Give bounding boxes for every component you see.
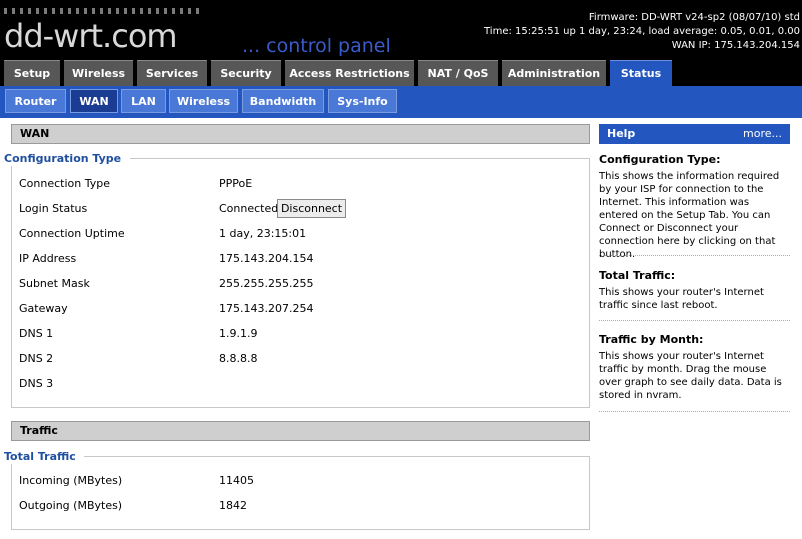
tagline: ... control panel xyxy=(242,35,391,57)
dns2-label: DNS 2 xyxy=(19,352,54,365)
gateway-value: 175.143.207.254 xyxy=(219,302,314,315)
sub-tabs: Router WAN LAN Wireless Bandwidth Sys-In… xyxy=(0,86,802,118)
legend-rule xyxy=(130,158,590,159)
main-tabs: Setup Wireless Services Security Access … xyxy=(0,58,802,86)
connection-uptime-value: 1 day, 23:15:01 xyxy=(219,227,307,240)
configuration-type-legend: Configuration Type xyxy=(4,152,128,166)
tab-security[interactable]: Security xyxy=(211,60,281,86)
help-separator xyxy=(599,255,790,256)
logo-stripes xyxy=(4,8,204,14)
subtab-wan[interactable]: WAN xyxy=(70,89,118,113)
ip-address-value: 175.143.204.154 xyxy=(219,252,314,265)
outgoing-label: Outgoing (MBytes) xyxy=(19,499,123,512)
wan-ip: WAN IP: 175.143.204.154 xyxy=(671,40,800,51)
login-status-value: Connected xyxy=(219,202,279,215)
tab-access-restrictions[interactable]: Access Restrictions xyxy=(285,60,414,86)
connection-type-label: Connection Type xyxy=(19,177,111,190)
total-traffic-legend: Total Traffic xyxy=(4,450,82,464)
tab-administration[interactable]: Administration xyxy=(502,60,606,86)
header: dd-wrt.com ... control panel Firmware: D… xyxy=(0,0,802,58)
gateway-label: Gateway xyxy=(19,302,68,315)
subnet-mask-label: Subnet Mask xyxy=(19,277,90,290)
traffic-section-header: Traffic xyxy=(11,421,590,441)
logo: dd-wrt.com xyxy=(4,17,178,55)
help-separator xyxy=(599,411,790,412)
help-header: Help more... xyxy=(599,124,790,144)
help-traffic-text: This shows your router's Internet traffi… xyxy=(599,287,764,311)
subtab-lan[interactable]: LAN xyxy=(121,89,166,113)
login-status-label: Login Status xyxy=(19,202,88,215)
subtab-router[interactable]: Router xyxy=(5,89,66,113)
connection-uptime-label: Connection Uptime xyxy=(19,227,125,240)
connection-type-value: PPPoE xyxy=(219,177,253,190)
help-separator xyxy=(599,320,790,321)
disconnect-button[interactable]: Disconnect xyxy=(277,199,346,218)
subnet-mask-value: 255.255.255.255 xyxy=(219,277,314,290)
wan-section-header: WAN xyxy=(11,124,590,144)
traffic-legend-rule xyxy=(84,456,590,457)
tab-nat-qos[interactable]: NAT / QoS xyxy=(418,60,498,86)
help-config-title: Configuration Type: xyxy=(599,153,721,166)
tab-wireless[interactable]: Wireless xyxy=(64,60,133,86)
subtab-wireless[interactable]: Wireless xyxy=(169,89,238,113)
help-config-text: This shows the information required by y… xyxy=(599,171,780,260)
tab-setup[interactable]: Setup xyxy=(4,60,60,86)
incoming-label: Incoming (MBytes) xyxy=(19,474,123,487)
subtab-sys-info[interactable]: Sys-Info xyxy=(328,89,397,113)
dns2-value: 8.8.8.8 xyxy=(219,352,258,365)
total-traffic-fieldset xyxy=(11,456,590,530)
firmware-info: Firmware: DD-WRT v24-sp2 (08/07/10) std … xyxy=(484,11,800,53)
help-traffic-title: Total Traffic: xyxy=(599,269,676,282)
incoming-value: 11405 xyxy=(219,474,254,487)
help-month-title: Traffic by Month: xyxy=(599,333,704,346)
help-more-link[interactable]: more... xyxy=(743,124,782,144)
dns3-label: DNS 3 xyxy=(19,377,54,390)
outgoing-value: 1842 xyxy=(219,499,247,512)
dns1-label: DNS 1 xyxy=(19,327,54,340)
firmware-version: Firmware: DD-WRT v24-sp2 (08/07/10) std xyxy=(588,12,800,23)
help-month-text: This shows your router's Internet traffi… xyxy=(599,351,782,401)
subtab-bandwidth[interactable]: Bandwidth xyxy=(242,89,324,113)
tab-services[interactable]: Services xyxy=(137,60,207,86)
help-title: Help xyxy=(607,127,636,140)
dns1-value: 1.9.1.9 xyxy=(219,327,258,340)
uptime-info: Time: 15:25:51 up 1 day, 23:24, load ave… xyxy=(484,26,800,37)
tab-status[interactable]: Status xyxy=(610,60,672,86)
ip-address-label: IP Address xyxy=(19,252,77,265)
